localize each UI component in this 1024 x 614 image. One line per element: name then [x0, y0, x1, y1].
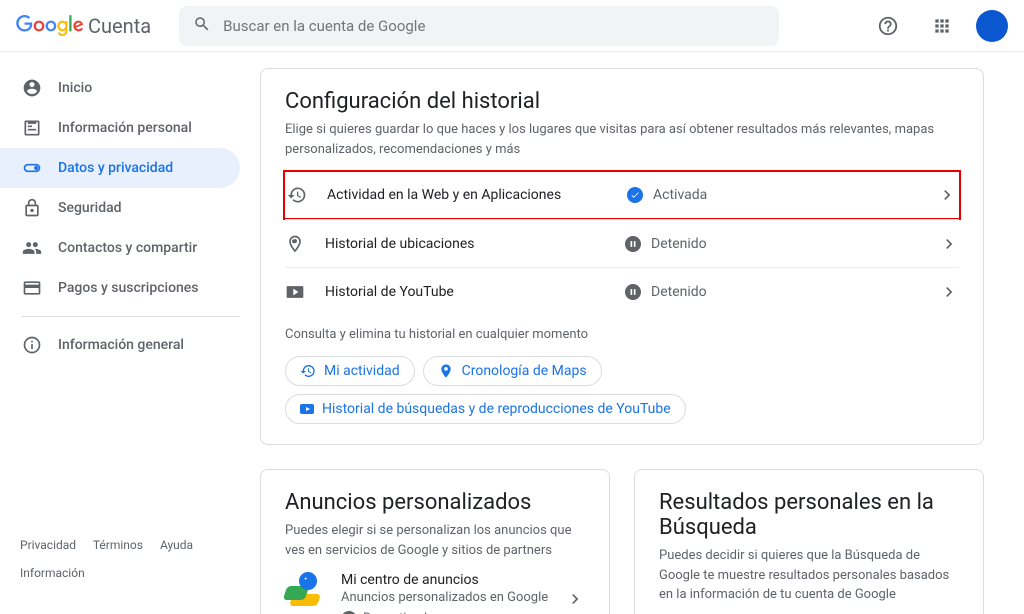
avatar[interactable]: [976, 10, 1008, 42]
sidebar-item-label: Contactos y compartir: [58, 240, 197, 256]
ads-title: Anuncios personalizados: [285, 490, 585, 515]
ads-center-title: Mi centro de anuncios: [341, 572, 548, 588]
sidebar-item-label: Pagos y suscripciones: [58, 280, 199, 296]
chevron-right-icon: [937, 185, 957, 205]
ads-subtitle: Puedes elegir si se personalizan los anu…: [285, 521, 585, 560]
sidebar-item-label: Información personal: [58, 120, 192, 136]
person-circle-icon: [22, 78, 42, 98]
search-input[interactable]: [223, 17, 765, 35]
sidebar-item-security[interactable]: Seguridad: [0, 188, 240, 228]
ads-center-sub: Anuncios personalizados en Google: [341, 590, 548, 607]
chip-label: Historial de búsquedas y de reproduccion…: [322, 401, 671, 417]
id-card-icon: [22, 118, 42, 138]
history-icon: [287, 185, 307, 205]
setting-label: Historial de YouTube: [325, 284, 454, 300]
history-subtitle: Elige si quieres guardar lo que haces y …: [285, 120, 959, 159]
pause-circle-icon: [625, 284, 641, 300]
search-icon: [193, 15, 211, 37]
chevron-right-icon: [939, 234, 959, 254]
youtube-icon: [285, 282, 305, 302]
setting-status: Activada: [653, 187, 707, 203]
sidebar-footer: Privacidad Términos Ayuda Información: [0, 538, 260, 614]
header: Cuenta: [0, 0, 1024, 52]
results-title: Resultados personales en la Búsqueda: [659, 490, 959, 540]
app-name: Cuenta: [88, 14, 151, 38]
history-card: Configuración del historial Elige si qui…: [260, 68, 984, 445]
footer-privacy-link[interactable]: Privacidad: [20, 538, 76, 552]
chip-maps-timeline[interactable]: Cronología de Maps: [423, 356, 602, 386]
footer-terms-link[interactable]: Términos: [93, 538, 143, 552]
setting-status: Detenido: [651, 284, 707, 300]
sidebar-item-privacy[interactable]: Datos y privacidad: [0, 148, 240, 188]
sidebar-item-label: Seguridad: [58, 200, 122, 216]
sidebar: Inicio Información personal Datos y priv…: [0, 52, 260, 614]
setting-label: Historial de ubicaciones: [325, 236, 475, 252]
youtube-icon: [300, 404, 314, 414]
location-icon: [285, 234, 305, 254]
setting-row-web-activity[interactable]: Actividad en la Web y en Aplicaciones Ac…: [283, 170, 961, 220]
sidebar-item-sharing[interactable]: Contactos y compartir: [0, 228, 240, 268]
setting-row-youtube[interactable]: Historial de YouTube Detenido: [285, 267, 959, 315]
history-title: Configuración del historial: [285, 89, 959, 114]
footer-help-link[interactable]: Ayuda: [160, 538, 193, 552]
ads-center-icon: [285, 572, 325, 612]
header-icons: [868, 6, 1008, 46]
results-subtitle: Puedes decidir si quieres que la Búsqued…: [659, 546, 959, 605]
setting-row-location[interactable]: Historial de ubicaciones Detenido: [285, 219, 959, 267]
sidebar-item-payments[interactable]: Pagos y suscripciones: [0, 268, 240, 308]
info-icon: [22, 335, 42, 355]
chip-my-activity[interactable]: Mi actividad: [285, 356, 415, 386]
sidebar-item-label: Datos y privacidad: [58, 160, 173, 176]
search-input-container[interactable]: [179, 6, 779, 46]
footer-info-link[interactable]: Información: [20, 566, 85, 580]
history-icon: [300, 363, 316, 379]
ads-center-row[interactable]: Mi centro de anuncios Anuncios personali…: [285, 572, 585, 614]
setting-label: Actividad en la Web y en Aplicaciones: [327, 187, 561, 203]
sidebar-item-home[interactable]: Inicio: [0, 68, 240, 108]
setting-status: Detenido: [651, 236, 707, 252]
chevron-right-icon: [939, 282, 959, 302]
toggle-icon: [22, 158, 42, 178]
sidebar-divider: [22, 316, 240, 317]
google-logo[interactable]: Cuenta: [16, 14, 151, 38]
ads-card: Anuncios personalizados Puedes elegir si…: [260, 469, 610, 614]
lock-icon: [22, 198, 42, 218]
chip-youtube-history[interactable]: Historial de búsquedas y de reproduccion…: [285, 394, 686, 424]
chevron-right-icon: [565, 589, 585, 609]
sidebar-item-about[interactable]: Información general: [0, 325, 240, 365]
history-note: Consulta y elimina tu historial en cualq…: [285, 327, 959, 342]
pause-circle-icon: [625, 236, 641, 252]
apps-icon[interactable]: [922, 6, 962, 46]
location-icon: [438, 363, 454, 379]
help-icon[interactable]: [868, 6, 908, 46]
chip-label: Mi actividad: [324, 363, 400, 379]
card-icon: [22, 278, 42, 298]
sidebar-item-label: Inicio: [58, 80, 92, 96]
results-card: Resultados personales en la Búsqueda Pue…: [634, 469, 984, 614]
sidebar-item-label: Información general: [58, 337, 184, 353]
sidebar-item-personal[interactable]: Información personal: [0, 108, 240, 148]
people-icon: [22, 238, 42, 258]
check-circle-icon: [627, 187, 643, 203]
chip-label: Cronología de Maps: [462, 363, 587, 379]
